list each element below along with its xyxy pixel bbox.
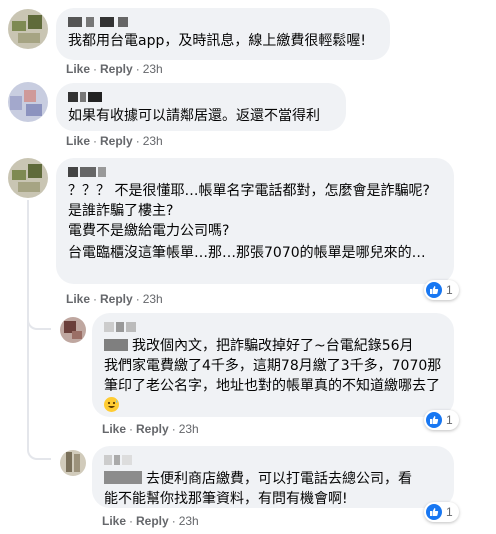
avatar[interactable] <box>8 158 48 198</box>
thumbs-up-icon <box>426 504 442 520</box>
reaction-summary[interactable]: 1 <box>424 502 459 522</box>
reply-actions: Like · Reply · 23h <box>102 514 199 528</box>
reaction-summary[interactable]: 1 <box>424 410 459 430</box>
like-button[interactable]: Like <box>66 292 90 306</box>
reply-bubble: 去便利商店繳費，可以打電話去總公司，看 能不能幫你找那筆資料，有問有機會啊! <box>92 446 454 508</box>
avatar[interactable] <box>60 317 86 343</box>
reply-text: 我改個內文，把詐騙改掉好了~台電紀錄56月 <box>104 336 442 356</box>
thumbs-up-icon <box>426 282 442 298</box>
comment-actions: Like · Reply · 23h <box>66 62 163 76</box>
timestamp[interactable]: 23h <box>179 422 199 436</box>
reaction-count: 1 <box>446 413 453 427</box>
comment-bubble: 如果有收據可以請鄰居還。返還不當得利 <box>56 83 346 131</box>
reply-text-continued: 我們家電費繳了4千多，這期78月繳了3千多，7070那筆印了老公名字，地址也對的… <box>104 356 442 416</box>
reply-text-continued: 能不能幫你找那筆資料，有問有機會啊! <box>104 491 348 507</box>
comment-bubble: ？？？ 不是很懂耶…帳單名字電話都對，怎麼會是詐騙呢? 是誰詐騙了樓主? 電費不… <box>56 158 454 284</box>
like-button[interactable]: Like <box>102 422 126 436</box>
reply-actions: Like · Reply · 23h <box>102 422 199 436</box>
like-button[interactable]: Like <box>66 62 90 76</box>
mention-redacted[interactable] <box>104 471 142 484</box>
avatar[interactable] <box>8 9 48 49</box>
thread-connector <box>27 320 51 460</box>
reply-button[interactable]: Reply <box>100 292 133 306</box>
avatar[interactable] <box>60 450 86 476</box>
comment-text: ？？？ 不是很懂耶…帳單名字電話都對，怎麼會是詐騙呢? 是誰詐騙了樓主? 電費不… <box>68 183 430 239</box>
commenter-name-redacted[interactable] <box>68 14 378 29</box>
comment-text: 我都用台電app，及時訊息，線上繳費很輕鬆喔! <box>68 33 366 49</box>
comment-bubble: 我都用台電app，及時訊息，線上繳費很輕鬆喔! <box>56 8 390 60</box>
commenter-name-redacted[interactable] <box>104 319 442 334</box>
reply-button[interactable]: Reply <box>136 422 169 436</box>
thread-connector <box>27 200 51 330</box>
thumbs-up-icon <box>426 412 442 428</box>
timestamp[interactable]: 23h <box>143 292 163 306</box>
reaction-count: 1 <box>446 505 453 519</box>
comment-actions: Like · Reply · 23h <box>66 292 163 306</box>
grinning-sweat-emoji-icon <box>104 397 119 412</box>
reply-text: 去便利商店繳費，可以打電話去總公司，看 <box>104 469 442 489</box>
like-button[interactable]: Like <box>66 134 90 148</box>
reply-button[interactable]: Reply <box>100 134 133 148</box>
reply-bubble: 我改個內文，把詐騙改掉好了~台電紀錄56月 我們家電費繳了4千多，這期78月繳了… <box>92 313 454 417</box>
avatar[interactable] <box>8 82 48 122</box>
timestamp[interactable]: 23h <box>143 62 163 76</box>
commenter-name-redacted[interactable] <box>104 452 442 467</box>
reaction-summary[interactable]: 1 <box>424 280 459 300</box>
reaction-count: 1 <box>446 283 453 297</box>
reply-button[interactable]: Reply <box>100 62 133 76</box>
reply-button[interactable]: Reply <box>136 514 169 528</box>
comment-text-continued: 台電臨櫃沒這筆帳單…那…那張7070的帳單是哪兒來的… <box>68 245 426 261</box>
comment-actions: Like · Reply · 23h <box>66 134 163 148</box>
like-button[interactable]: Like <box>102 514 126 528</box>
commenter-name-redacted[interactable] <box>68 164 442 179</box>
comment-text: 如果有收據可以請鄰居還。返還不當得利 <box>68 108 320 124</box>
timestamp[interactable]: 23h <box>143 134 163 148</box>
mention-redacted[interactable] <box>104 339 128 351</box>
commenter-name-redacted[interactable] <box>68 89 334 104</box>
timestamp[interactable]: 23h <box>179 514 199 528</box>
